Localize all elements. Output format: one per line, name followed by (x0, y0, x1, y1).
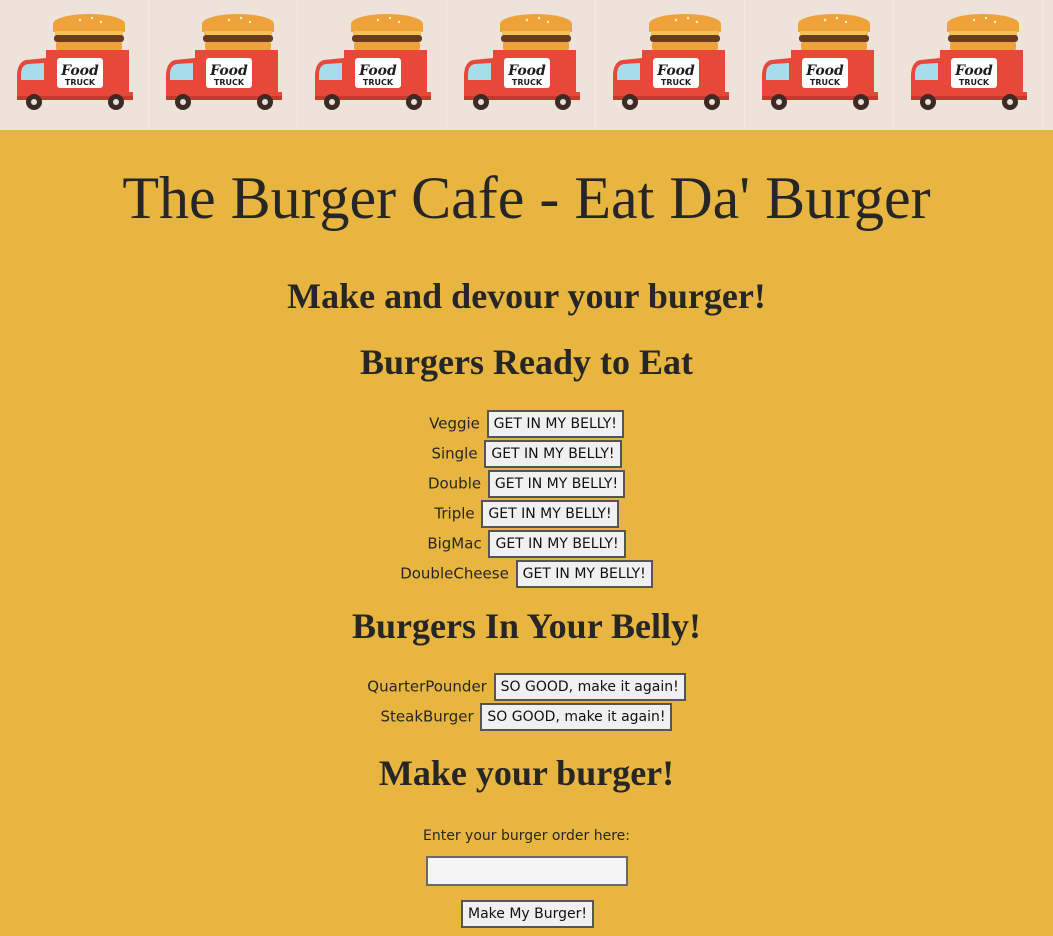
ready-burger-row: DoubleCheese GET IN MY BELLY! (0, 558, 1053, 588)
devour-button[interactable]: GET IN MY BELLY! (515, 559, 653, 588)
burger-name: SteakBurger (380, 707, 474, 726)
ready-burger-row: Triple GET IN MY BELLY! (0, 498, 1053, 528)
food-truck-tile: Food TRUCK (298, 0, 447, 130)
burger-name: Single (431, 444, 478, 463)
food-truck-icon: FoodTRUCK (464, 14, 580, 110)
svg-text:TRUCK: TRUCK (363, 78, 394, 87)
svg-text:Food: Food (805, 63, 844, 79)
svg-text:Food: Food (209, 63, 248, 79)
devour-button[interactable]: GET IN MY BELLY! (486, 409, 624, 438)
food-truck-tile: Food TRUCK (596, 0, 745, 130)
food-truck-tile: Food TRUCK (149, 0, 298, 130)
ready-burger-row: Veggie GET IN MY BELLY! (0, 408, 1053, 438)
burger-name: Veggie (429, 414, 480, 433)
main-content: The Burger Cafe - Eat Da' Burger Make an… (0, 168, 1053, 928)
svg-text:Food: Food (358, 63, 397, 79)
svg-text:Food: Food (507, 63, 546, 79)
svg-text:TRUCK: TRUCK (214, 78, 245, 87)
food-truck-banner: Food TRUCK Food TRUCK Food TRUCK Food TRUCK Food… (0, 0, 1053, 130)
food-truck-icon: FoodTRUCK (315, 14, 431, 110)
make-burger-heading: Make your burger! (378, 753, 675, 793)
svg-text:TRUCK: TRUCK (810, 78, 841, 87)
devour-button[interactable]: GET IN MY BELLY! (484, 439, 622, 468)
food-truck-icon: FoodTRUCK (613, 14, 729, 110)
page-title: The Burger Cafe - Eat Da' Burger (122, 165, 931, 231)
ready-burgers-heading: Burgers Ready to Eat (360, 342, 693, 382)
ready-burger-row: BigMac GET IN MY BELLY! (0, 528, 1053, 558)
devoured-burger-row: QuarterPounder SO GOOD, make it again! (0, 671, 1053, 701)
devour-button[interactable]: GET IN MY BELLY! (481, 499, 619, 528)
make-again-button[interactable]: SO GOOD, make it again! (480, 702, 673, 731)
burger-name: BigMac (427, 534, 482, 553)
burger-name: QuarterPounder (367, 677, 487, 696)
burger-name: DoubleCheese (400, 564, 509, 583)
food-truck-tile: Food TRUCK (745, 0, 894, 130)
svg-text:TRUCK: TRUCK (65, 78, 96, 87)
svg-text:Food: Food (954, 63, 993, 79)
ready-burger-row: Double GET IN MY BELLY! (0, 468, 1053, 498)
page-subtitle: Make and devour your burger! (287, 276, 766, 316)
food-truck-icon: FoodTRUCK (762, 14, 878, 110)
devour-button[interactable]: GET IN MY BELLY! (488, 529, 626, 558)
food-truck-tile: Food TRUCK (0, 0, 149, 130)
food-truck-tile: Food TRUCK (894, 0, 1043, 130)
burger-order-form: Enter your burger order here: Make My Bu… (0, 826, 1053, 928)
devoured-burger-row: SteakBurger SO GOOD, make it again! (0, 701, 1053, 731)
food-truck-icon: FoodTRUCK (17, 14, 133, 110)
svg-text:TRUCK: TRUCK (512, 78, 543, 87)
food-truck-icon: FoodTRUCK (911, 14, 1027, 110)
burger-name: Double (427, 474, 482, 493)
svg-text:Food: Food (656, 63, 695, 79)
order-input-label: Enter your burger order here: (423, 828, 630, 844)
food-truck-icon: FoodTRUCK (166, 14, 282, 110)
ready-burger-row: Single GET IN MY BELLY! (0, 438, 1053, 468)
svg-text:TRUCK: TRUCK (661, 78, 692, 87)
make-again-button[interactable]: SO GOOD, make it again! (493, 672, 686, 701)
devoured-burgers-heading: Burgers In Your Belly! (351, 606, 701, 646)
svg-text:Food: Food (60, 63, 99, 79)
burger-order-input[interactable] (425, 856, 628, 886)
ready-burgers-list: Veggie GET IN MY BELLY! Single GET IN MY … (0, 408, 1053, 588)
devour-button[interactable]: GET IN MY BELLY! (487, 469, 626, 498)
make-burger-button[interactable]: Make My Burger! (461, 900, 594, 928)
svg-text:TRUCK: TRUCK (959, 78, 990, 87)
devoured-burgers-list: QuarterPounder SO GOOD, make it again! St… (0, 671, 1053, 731)
burger-name: Triple (434, 504, 475, 523)
food-truck-tile: Food TRUCK (447, 0, 596, 130)
